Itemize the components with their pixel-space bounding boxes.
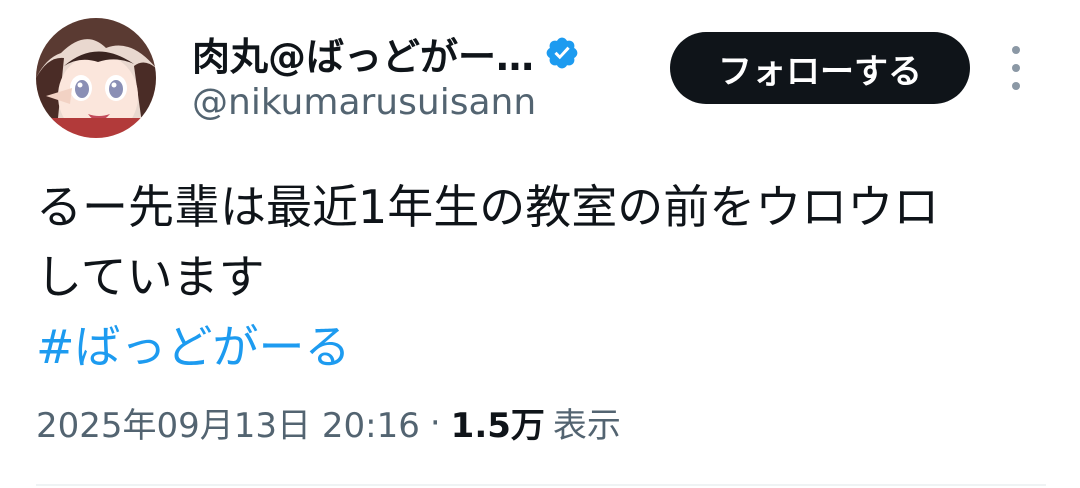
display-name-row: 肉丸@ばっどがー… (192, 26, 580, 81)
follow-button[interactable]: フォローする (670, 32, 970, 104)
divider (36, 484, 1046, 486)
more-vertical-icon[interactable] (1002, 46, 1030, 90)
tweet-meta: 2025年09月13日 20:16 · 1.5万 表示 (36, 398, 621, 447)
tweet-text-line: しています (36, 250, 265, 304)
timestamp[interactable]: 2025年09月13日 20:16 (36, 398, 420, 447)
handle[interactable]: @nikumarusuisann (192, 82, 580, 123)
display-name[interactable]: 肉丸@ばっどがー… (192, 26, 534, 81)
views-label: 表示 (552, 406, 621, 446)
avatar-image (36, 18, 156, 138)
more-dot (1012, 64, 1020, 72)
more-dot (1012, 82, 1020, 90)
avatar[interactable] (36, 18, 156, 138)
meta-separator: · (429, 402, 441, 443)
author-info: 肉丸@ばっどがー… @nikumarusuisann (192, 28, 580, 123)
verified-badge-icon (546, 37, 578, 69)
tweet-body: るー先輩は最近1年生の教室の前をウロウロ しています #ばっどがーる (36, 172, 1046, 382)
more-dot (1012, 46, 1020, 54)
tweet-header: 肉丸@ばっどがー… @nikumarusuisann フォローする (36, 18, 1046, 140)
tweet-text-line: るー先輩は最近1年生の教室の前をウロウロ (36, 180, 940, 234)
hashtag-link[interactable]: #ばっどがーる (36, 320, 351, 374)
views-count[interactable]: 1.5万 (451, 398, 545, 447)
